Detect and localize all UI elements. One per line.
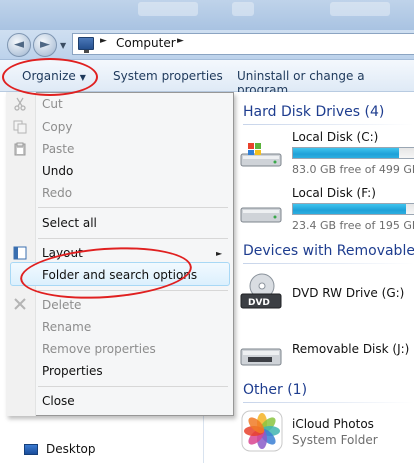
copy-icon [13,120,27,134]
drive-usage-fill [293,204,406,214]
breadcrumb-chevron-icon[interactable]: ► [177,36,184,46]
titlebar-tab-ghost [232,2,254,16]
annotation-circle-organize [2,58,98,96]
menu-item-select-all[interactable]: Select all [42,216,97,230]
breadcrumb-computer[interactable]: Computer [116,36,176,50]
menu-separator [38,238,228,239]
other-name-icloud[interactable]: iCloud Photos [292,417,374,431]
group-divider [243,402,414,403]
system-properties-button[interactable]: System properties [113,69,223,83]
drive-free-space-c: 83.0 GB free of 499 GB [292,163,414,176]
submenu-arrow-icon: ► [216,249,223,258]
menu-item-properties[interactable]: Properties [42,364,103,378]
desktop-icon [24,444,38,455]
drive-usage-bar-f [292,203,414,215]
back-button[interactable]: ◄ [7,33,31,57]
dvd-badge-label: DVD [248,298,270,308]
group-other[interactable]: Other (1) [243,382,307,398]
group-divider [243,263,414,264]
menu-item-cut[interactable]: Cut [42,97,63,111]
recent-pages-dropdown-icon[interactable]: ▼ [60,41,66,50]
group-divider [243,124,414,125]
titlebar-tab-ghost [138,2,198,16]
drive-free-space-f: 23.4 GB free of 195 GB [292,219,414,232]
delete-x-icon [14,298,26,310]
menu-item-remove-properties[interactable]: Remove properties [42,342,156,356]
computer-icon [78,37,94,53]
menu-item-close[interactable]: Close [42,394,75,408]
titlebar-tab-ghost [330,2,390,16]
forward-button[interactable]: ► [33,33,57,57]
removable-disk-icon [240,348,282,366]
menu-item-delete[interactable]: Delete [42,298,81,312]
drive-name-c[interactable]: Local Disk (C:) [292,130,378,144]
menu-item-copy[interactable]: Copy [42,120,72,134]
menu-item-undo[interactable]: Undo [42,164,73,178]
drive-usage-fill [293,148,400,158]
hard-drive-windows-icon [240,143,282,167]
menu-separator [38,386,228,387]
icloud-photos-icon [241,410,283,452]
menu-item-rename[interactable]: Rename [42,320,91,334]
menu-item-paste[interactable]: Paste [42,142,74,156]
scissors-icon [14,97,26,111]
dvd-drive-icon: DVD [240,273,282,309]
drive-name-f[interactable]: Local Disk (F:) [292,186,376,200]
device-name-dvd[interactable]: DVD RW Drive (G:) [292,286,404,300]
group-hard-disk-drives[interactable]: Hard Disk Drives (4) [243,104,384,120]
breadcrumb-chevron-icon[interactable]: ► [100,36,107,46]
drive-usage-bar-c [292,147,414,159]
hard-drive-icon [240,207,282,223]
menu-item-redo[interactable]: Redo [42,186,72,200]
window-titlebar [0,0,414,30]
group-removable-storage[interactable]: Devices with Removable S [243,243,414,259]
clipboard-icon [14,142,26,156]
layout-icon [13,246,27,260]
menu-separator [38,207,228,208]
device-name-removable[interactable]: Removable Disk (J:) [292,342,409,356]
nav-item-desktop[interactable]: Desktop [46,442,96,456]
other-subtitle-icloud: System Folder [292,433,378,447]
